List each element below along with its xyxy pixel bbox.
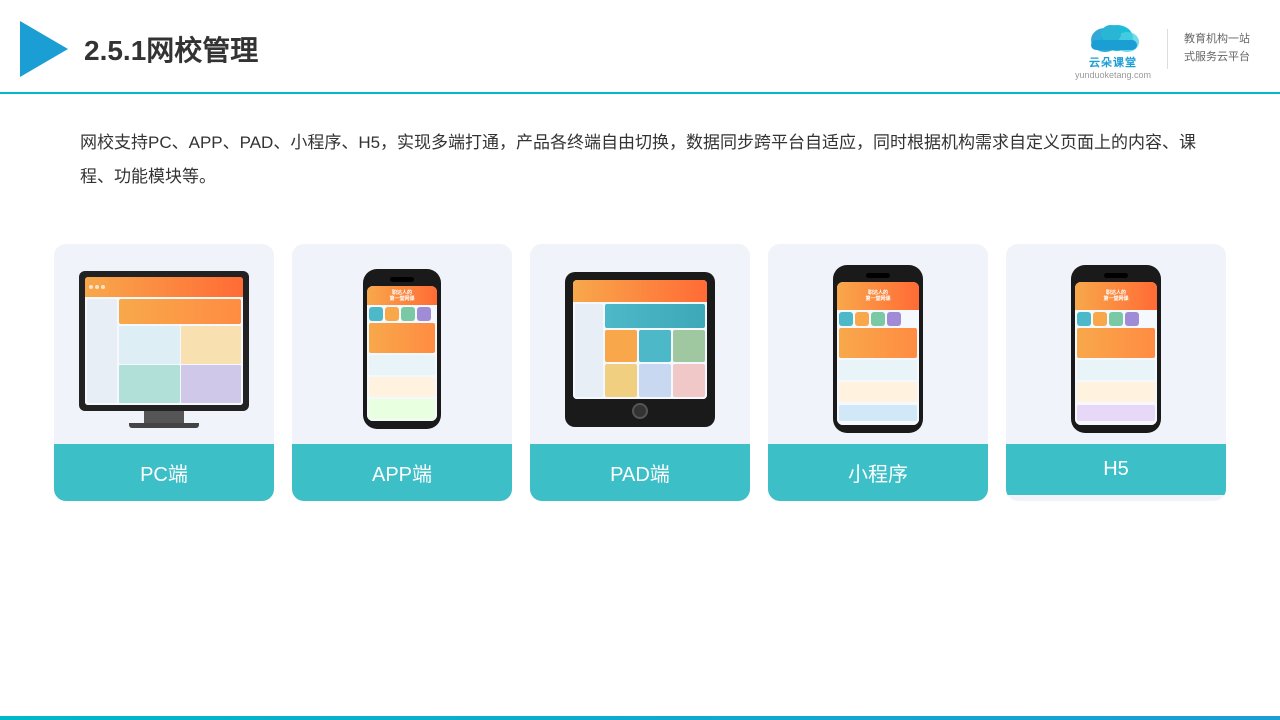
- card-pc: PC端: [54, 244, 274, 501]
- phone-screen: 职达人的第一堂网课: [367, 286, 437, 421]
- card-pad: PAD端: [530, 244, 750, 501]
- app-phone: 职达人的第一堂网课: [363, 269, 441, 429]
- cloud-icon: [1083, 18, 1143, 54]
- play-icon: [20, 21, 68, 77]
- brand-logo: 云朵课堂 yunduoketang.com: [1075, 18, 1151, 80]
- card-miniprogram-image: 职达人的第一堂网课: [768, 244, 988, 444]
- header-right: 云朵课堂 yunduoketang.com 教育机构一站 式服务云平台: [1075, 18, 1250, 80]
- phone-notch: [390, 277, 414, 282]
- phone-notch-h5: [1104, 273, 1128, 278]
- h5-screen: 职达人的第一堂网课: [1075, 282, 1157, 425]
- pc-stand: [144, 411, 184, 423]
- card-pc-label: PC端: [54, 444, 274, 501]
- card-pad-image: [530, 244, 750, 444]
- card-h5-image: 职达人的第一堂网课: [1006, 244, 1226, 444]
- card-app-image: 职达人的第一堂网课: [292, 244, 512, 444]
- phone-notch-mini: [866, 273, 890, 278]
- brand-name: 云朵课堂: [1089, 54, 1137, 70]
- page-title: 2.5.1网校管理: [84, 29, 258, 69]
- tablet-home-btn: [632, 403, 648, 419]
- card-h5-label: H5: [1006, 444, 1226, 495]
- header-left: 2.5.1网校管理: [20, 21, 258, 77]
- bottom-bar: [0, 716, 1280, 720]
- h5-phone: 职达人的第一堂网课: [1071, 265, 1161, 433]
- description-text: 网校支持PC、APP、PAD、小程序、H5，实现多端打通，产品各终端自由切换，数…: [0, 94, 1280, 214]
- brand-url: yunduoketang.com: [1075, 70, 1151, 80]
- pc-monitor: [79, 271, 249, 411]
- card-pad-label: PAD端: [530, 444, 750, 501]
- miniprogram-screen: 职达人的第一堂网课: [837, 282, 919, 425]
- pad-tablet: [565, 272, 715, 427]
- cards-section: PC端 职达人的第一堂网课: [0, 224, 1280, 521]
- card-app: 职达人的第一堂网课: [292, 244, 512, 501]
- brand-tagline: 教育机构一站 式服务云平台: [1184, 31, 1250, 66]
- header: 2.5.1网校管理 云朵课堂 yunduoketang.com 教育机构一站 式…: [0, 0, 1280, 94]
- pc-base: [129, 423, 199, 428]
- card-app-label: APP端: [292, 444, 512, 501]
- card-pc-image: [54, 244, 274, 444]
- miniprogram-phone: 职达人的第一堂网课: [833, 265, 923, 433]
- tablet-screen: [573, 280, 707, 399]
- header-divider: [1167, 29, 1168, 69]
- card-miniprogram-label: 小程序: [768, 444, 988, 501]
- card-h5: 职达人的第一堂网课: [1006, 244, 1226, 501]
- card-miniprogram: 职达人的第一堂网课: [768, 244, 988, 501]
